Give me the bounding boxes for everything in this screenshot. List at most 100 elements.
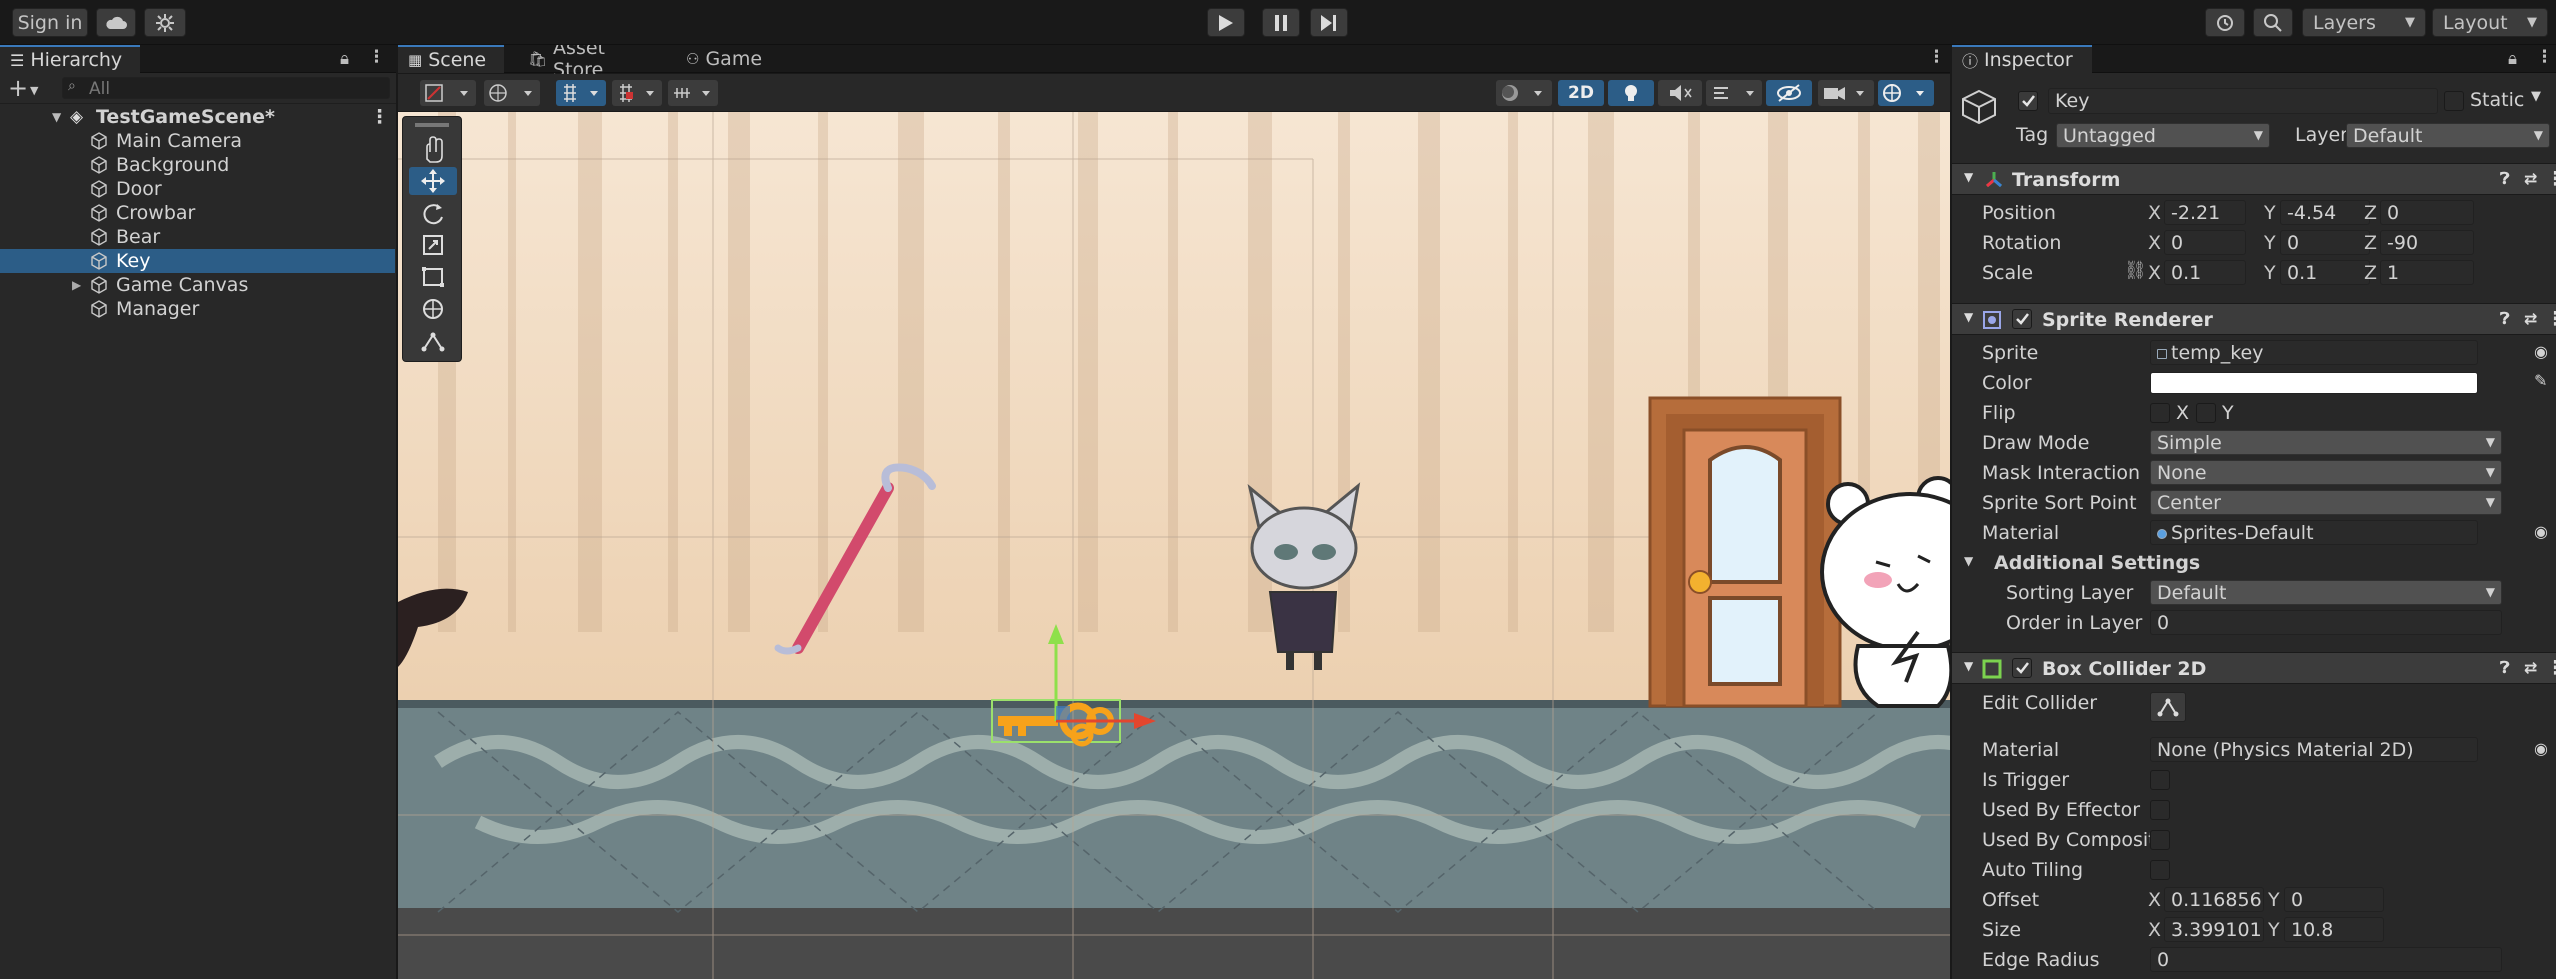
box-collider-enabled-checkbox[interactable]	[2012, 658, 2032, 678]
edge-radius-field[interactable]: 0	[2150, 947, 2502, 972]
tab-asset-store[interactable]: 🛍︎ Asset Store	[518, 45, 668, 81]
cloud-icon[interactable]	[96, 8, 136, 37]
box-collider-header[interactable]: ▼ Box Collider 2D ❓︎ ⇄ ⋮	[1952, 652, 2556, 684]
collapse-arrow-icon[interactable]: ▼	[1964, 554, 1973, 568]
auto-tiling-checkbox[interactable]	[2150, 860, 2170, 880]
draw-mode-dropdown[interactable]: Simple ▼	[2150, 430, 2502, 455]
history-icon[interactable]	[2205, 8, 2245, 37]
rotation-x-field[interactable]: 0	[2164, 230, 2246, 255]
more-menu-icon[interactable]: ⋮	[2536, 47, 2553, 67]
used-by-effector-checkbox[interactable]	[2150, 800, 2170, 820]
increment-snap-button[interactable]	[668, 80, 718, 106]
chevron-down-icon[interactable]: ▼	[2531, 89, 2541, 104]
hidden-objects-toggle[interactable]	[1766, 80, 1812, 106]
help-icon[interactable]: ❓︎	[2500, 169, 2510, 189]
custom-tool-icon[interactable]	[409, 327, 457, 355]
hierarchy-search-input[interactable]: All	[62, 77, 390, 99]
preset-icon[interactable]: ⇄	[2524, 658, 2537, 677]
order-in-layer-field[interactable]: 0	[2150, 610, 2502, 635]
used-by-composite-checkbox[interactable]	[2150, 830, 2170, 850]
transform-header[interactable]: ▼ Transform ❓︎ ⇄ ⋮	[1952, 163, 2556, 195]
tab-inspector[interactable]: ⓘ Inspector	[1952, 45, 2092, 73]
sprite-renderer-enabled-checkbox[interactable]	[2012, 309, 2032, 329]
collapse-arrow-icon[interactable]: ▼	[1964, 170, 1973, 184]
offset-x-field[interactable]: 0.116856	[2164, 887, 2264, 912]
size-y-field[interactable]: 10.8	[2284, 917, 2384, 942]
object-picker-icon[interactable]: ◉	[2534, 739, 2548, 758]
lock-icon[interactable]: 🔒︎	[2508, 49, 2517, 69]
object-picker-icon[interactable]: ◉	[2534, 522, 2548, 541]
hierarchy-item[interactable]: Manager	[0, 297, 395, 321]
collapse-arrow-icon[interactable]: ▼	[1964, 659, 1973, 673]
scale-tool-icon[interactable]	[409, 231, 457, 259]
link-icon[interactable]: ⛓	[2124, 260, 2147, 281]
sign-in-button[interactable]: Sign in	[12, 8, 88, 37]
tab-hierarchy[interactable]: ☰ Hierarchy	[0, 45, 140, 73]
hierarchy-item[interactable]: Key	[0, 249, 395, 273]
add-icon[interactable]: +	[8, 74, 28, 102]
search-icon[interactable]	[2253, 8, 2293, 37]
is-trigger-checkbox[interactable]	[2150, 770, 2170, 790]
offset-y-field[interactable]: 0	[2284, 887, 2384, 912]
expand-arrow-icon[interactable]: ▼	[52, 110, 61, 124]
more-menu-icon[interactable]: ⋮	[2546, 308, 2556, 330]
more-menu-icon[interactable]: ⋮	[370, 106, 389, 128]
edit-collider-button[interactable]	[2150, 692, 2186, 722]
hierarchy-item[interactable]: Main Camera	[0, 129, 395, 153]
tab-scene[interactable]: ▦ Scene	[398, 45, 504, 73]
sprite-sort-point-dropdown[interactable]: Center ▼	[2150, 490, 2502, 515]
layer-dropdown[interactable]: Default ▼	[2346, 123, 2550, 148]
rotation-y-field[interactable]: 0	[2280, 230, 2370, 255]
position-x-field[interactable]: -2.21	[2164, 200, 2246, 225]
draw-mode-dropdown[interactable]	[484, 80, 540, 106]
hierarchy-item[interactable]: Bear	[0, 225, 395, 249]
drag-handle-icon[interactable]	[415, 123, 449, 127]
sprite-renderer-header[interactable]: ▼ Sprite Renderer ❓︎ ⇄ ⋮	[1952, 303, 2556, 335]
more-menu-icon[interactable]: ⋮	[1928, 47, 1945, 67]
scene-viewport[interactable]	[398, 112, 1950, 979]
grid-snap-button[interactable]	[612, 80, 662, 106]
preset-icon[interactable]: ⇄	[2524, 169, 2537, 188]
hierarchy-item[interactable]: Door	[0, 177, 395, 201]
shading-mode-dropdown[interactable]	[420, 80, 476, 106]
collider-material-field[interactable]: None (Physics Material 2D)	[2150, 737, 2478, 762]
hierarchy-item[interactable]: Crowbar	[0, 201, 395, 225]
rotation-z-field[interactable]: -90	[2380, 230, 2474, 255]
more-menu-icon[interactable]: ⋮	[2546, 168, 2556, 190]
object-name-input[interactable]: Key	[2048, 88, 2438, 114]
layers-dropdown[interactable]: Layers ▼	[2302, 8, 2426, 37]
transform-tool-icon[interactable]	[409, 295, 457, 323]
static-checkbox[interactable]	[2444, 91, 2464, 111]
scale-y-field[interactable]: 0.1	[2280, 260, 2370, 285]
draw-gizmo-dropdown[interactable]	[1496, 80, 1552, 106]
pause-button[interactable]	[1262, 8, 1300, 37]
snap-toggle-button[interactable]	[556, 80, 606, 106]
sorting-layer-dropdown[interactable]: Default ▼	[2150, 580, 2502, 605]
audio-toggle[interactable]	[1658, 80, 1702, 106]
collab-icon[interactable]	[144, 8, 186, 37]
lighting-toggle[interactable]	[1608, 80, 1654, 106]
more-menu-icon[interactable]: ⋮	[368, 47, 385, 67]
rotate-tool-icon[interactable]	[409, 199, 457, 227]
help-icon[interactable]: ❓︎	[2500, 309, 2510, 329]
hierarchy-item[interactable]: ▶ Game Canvas	[0, 273, 395, 297]
help-icon[interactable]: ❓︎	[2500, 658, 2510, 678]
gizmos-dropdown[interactable]	[1878, 80, 1934, 106]
expand-arrow-icon[interactable]: ▶	[72, 278, 81, 292]
eyedropper-icon[interactable]: ✎	[2534, 371, 2547, 390]
chevron-down-icon[interactable]: ▼	[30, 84, 38, 97]
scale-z-field[interactable]: 1	[2380, 260, 2474, 285]
move-tool-icon[interactable]	[409, 167, 457, 195]
flip-y-checkbox[interactable]	[2196, 403, 2216, 423]
2d-mode-toggle[interactable]: 2D	[1558, 80, 1604, 106]
preset-icon[interactable]: ⇄	[2524, 309, 2537, 328]
flip-x-checkbox[interactable]	[2150, 403, 2170, 423]
sprite-field[interactable]: temp_key	[2150, 340, 2478, 365]
lock-icon[interactable]: 🔒︎	[340, 49, 349, 69]
color-swatch[interactable]	[2150, 372, 2478, 394]
collapse-arrow-icon[interactable]: ▼	[1964, 310, 1973, 324]
step-button[interactable]	[1310, 8, 1348, 37]
effects-dropdown[interactable]	[1706, 80, 1762, 106]
more-menu-icon[interactable]: ⋮	[2546, 657, 2556, 679]
layout-dropdown[interactable]: Layout ▼	[2432, 8, 2548, 37]
